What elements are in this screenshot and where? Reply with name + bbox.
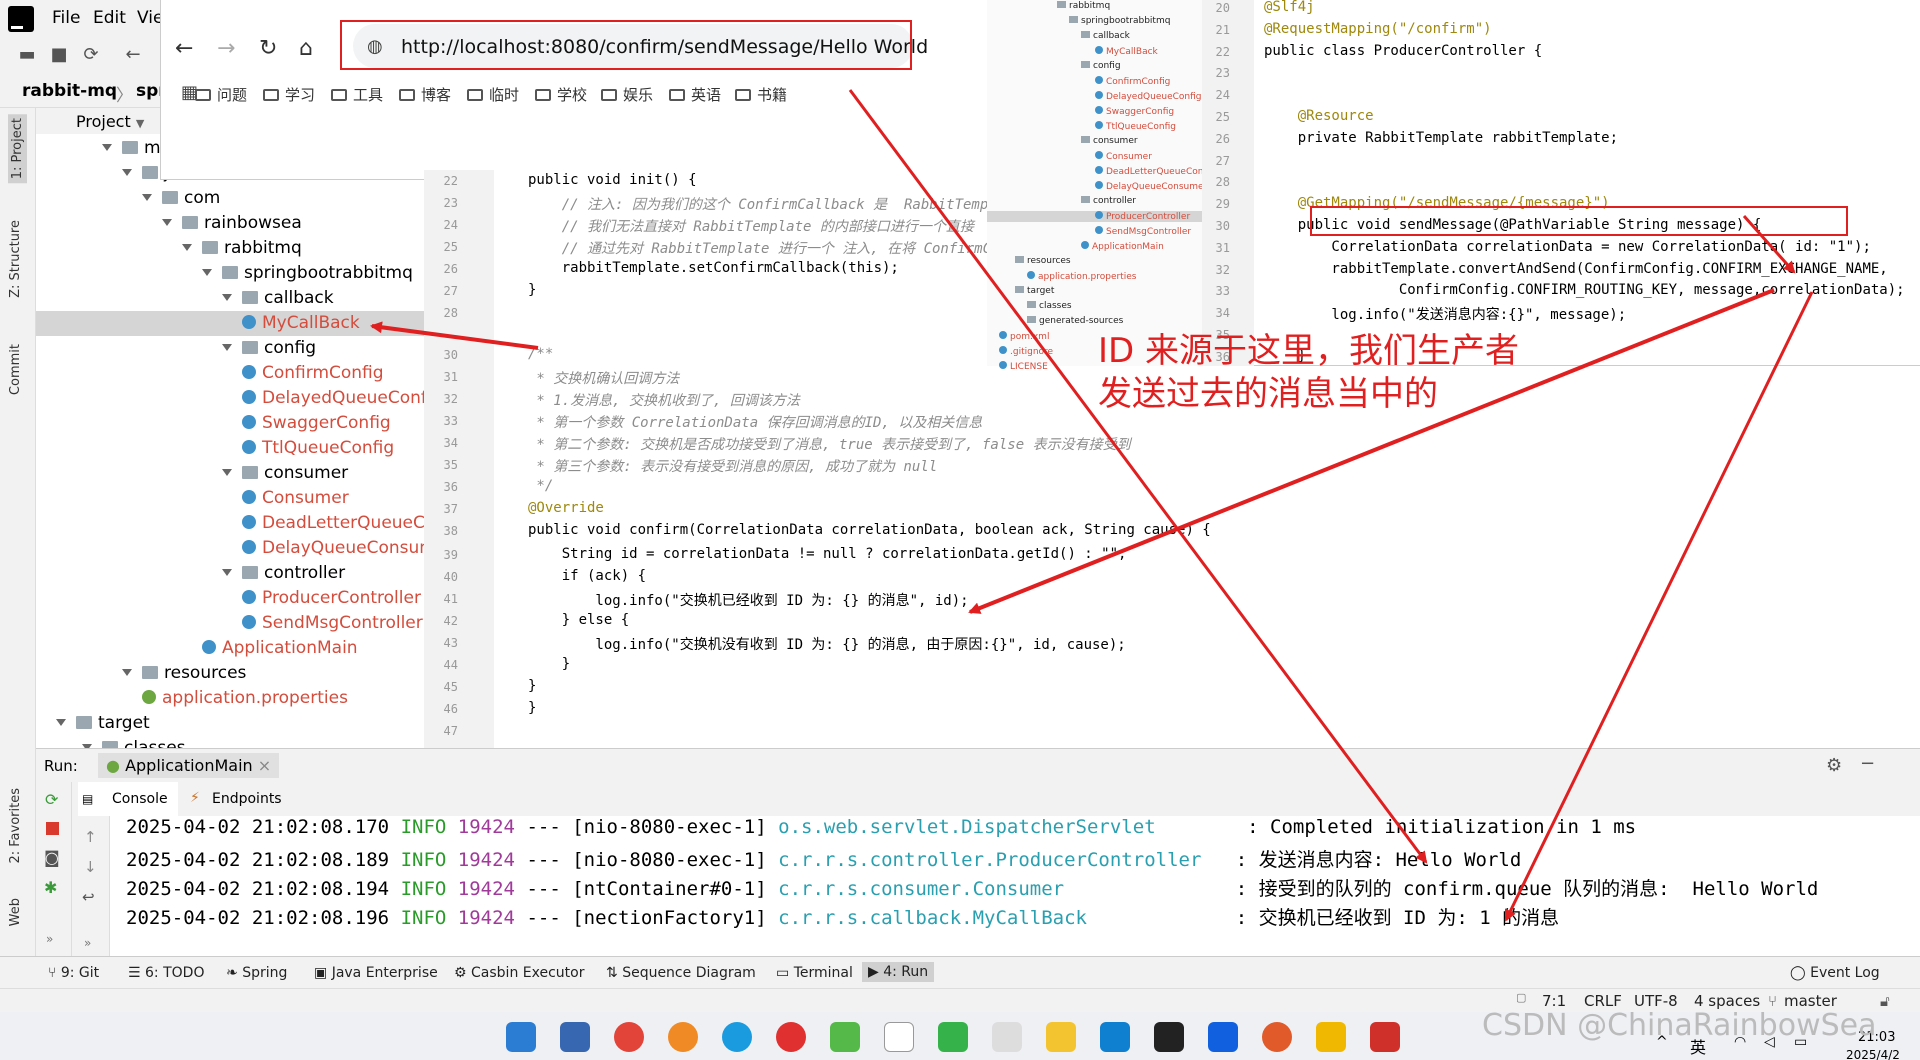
annotation-arrows <box>370 89 1814 922</box>
arrow-to-mycallback <box>370 321 539 350</box>
arrow-to-correlation <box>1742 215 1796 274</box>
arrow-id-to-callback <box>968 288 1775 614</box>
watermark: CSDN @ChinaRainbowSea <box>1482 1008 1877 1043</box>
arrow-url-to-log <box>848 89 1428 864</box>
arrow-id-to-log <box>1504 291 1814 922</box>
